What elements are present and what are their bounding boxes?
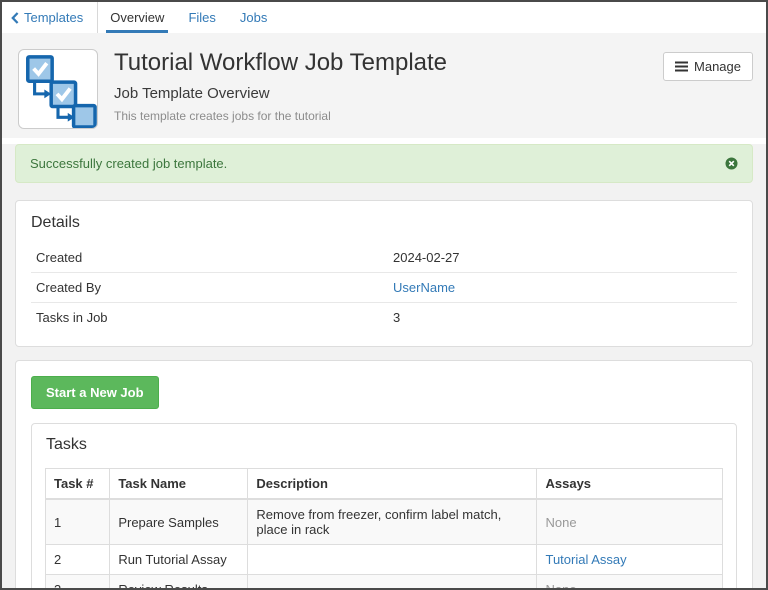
tasks-panel: Tasks Task # Task Name Description Assay… xyxy=(31,423,737,590)
tasks-table: Task # Task Name Description Assays 1 Pr… xyxy=(45,468,723,590)
tasks-heading: Tasks xyxy=(46,436,723,454)
detail-row-tasks-in-job: Tasks in Job 3 xyxy=(31,302,737,332)
tab-jobs-label: Jobs xyxy=(240,10,267,25)
app-window: Templates Overview Files Jobs Tutorial W… xyxy=(0,0,768,590)
detail-row-created-by: Created By UserName xyxy=(31,272,737,302)
close-circle-icon xyxy=(725,157,738,170)
top-navigation: Templates Overview Files Jobs xyxy=(2,2,766,33)
table-row: 1 Prepare Samples Remove from freezer, c… xyxy=(46,499,723,545)
details-rows: Created 2024-02-27 Created By UserName T… xyxy=(31,242,737,332)
detail-value: 3 xyxy=(393,310,737,325)
tab-overview-label: Overview xyxy=(110,10,164,25)
details-card: Details Created 2024-02-27 Created By Us… xyxy=(15,200,753,347)
tab-overview[interactable]: Overview xyxy=(98,2,176,33)
page-header: Tutorial Workflow Job Template Job Templ… xyxy=(2,33,766,138)
created-by-user-link[interactable]: UserName xyxy=(393,280,455,295)
tab-files-label: Files xyxy=(188,10,215,25)
column-header-assays: Assays xyxy=(537,469,723,500)
task-name-cell: Review Results xyxy=(110,575,248,590)
column-header-task-name: Task Name xyxy=(110,469,248,500)
task-assay-cell: None xyxy=(537,575,723,590)
task-assay-cell: None xyxy=(537,499,723,545)
page-subtitle: Job Template Overview xyxy=(114,85,663,102)
chevron-left-icon xyxy=(11,12,19,24)
task-name-cell: Run Tutorial Assay xyxy=(110,545,248,575)
table-row: 2 Run Tutorial Assay Tutorial Assay xyxy=(46,545,723,575)
task-description-cell xyxy=(248,545,537,575)
tab-jobs[interactable]: Jobs xyxy=(228,2,279,33)
hamburger-menu-icon xyxy=(675,61,688,72)
task-number-cell: 1 xyxy=(46,499,110,545)
detail-label: Created By xyxy=(31,280,393,295)
detail-value: 2024-02-27 xyxy=(393,250,737,265)
workflow-template-icon xyxy=(18,49,98,129)
task-number-cell: 3 xyxy=(46,575,110,590)
alert-dismiss-button[interactable] xyxy=(725,157,738,170)
back-link-label: Templates xyxy=(24,10,83,25)
start-new-job-button[interactable]: Start a New Job xyxy=(31,376,159,409)
page-content: Successfully created job template. Detai… xyxy=(2,144,766,590)
task-name-cell: Prepare Samples xyxy=(110,499,248,545)
tasks-table-header-row: Task # Task Name Description Assays xyxy=(46,469,723,500)
success-alert: Successfully created job template. xyxy=(15,144,753,183)
manage-button[interactable]: Manage xyxy=(663,52,753,81)
table-row: 3 Review Results None xyxy=(46,575,723,590)
tutorial-assay-link[interactable]: Tutorial Assay xyxy=(545,552,626,567)
detail-label: Tasks in Job xyxy=(31,310,393,325)
task-description-cell: Remove from freezer, confirm label match… xyxy=(248,499,537,545)
details-heading: Details xyxy=(31,214,737,232)
column-header-task-num: Task # xyxy=(46,469,110,500)
task-description-cell xyxy=(248,575,537,590)
task-number-cell: 2 xyxy=(46,545,110,575)
header-text-block: Tutorial Workflow Job Template Job Templ… xyxy=(114,49,663,123)
detail-label: Created xyxy=(31,250,393,265)
jobs-card: Start a New Job Tasks Task # Task Name D… xyxy=(15,360,753,590)
back-to-templates-link[interactable]: Templates xyxy=(2,2,97,33)
page-title: Tutorial Workflow Job Template xyxy=(114,49,663,78)
manage-button-label: Manage xyxy=(694,59,741,74)
column-header-description: Description xyxy=(248,469,537,500)
tab-files[interactable]: Files xyxy=(176,2,227,33)
success-alert-message: Successfully created job template. xyxy=(30,156,227,171)
detail-row-created: Created 2024-02-27 xyxy=(31,242,737,272)
template-description: This template creates jobs for the tutor… xyxy=(114,109,663,123)
